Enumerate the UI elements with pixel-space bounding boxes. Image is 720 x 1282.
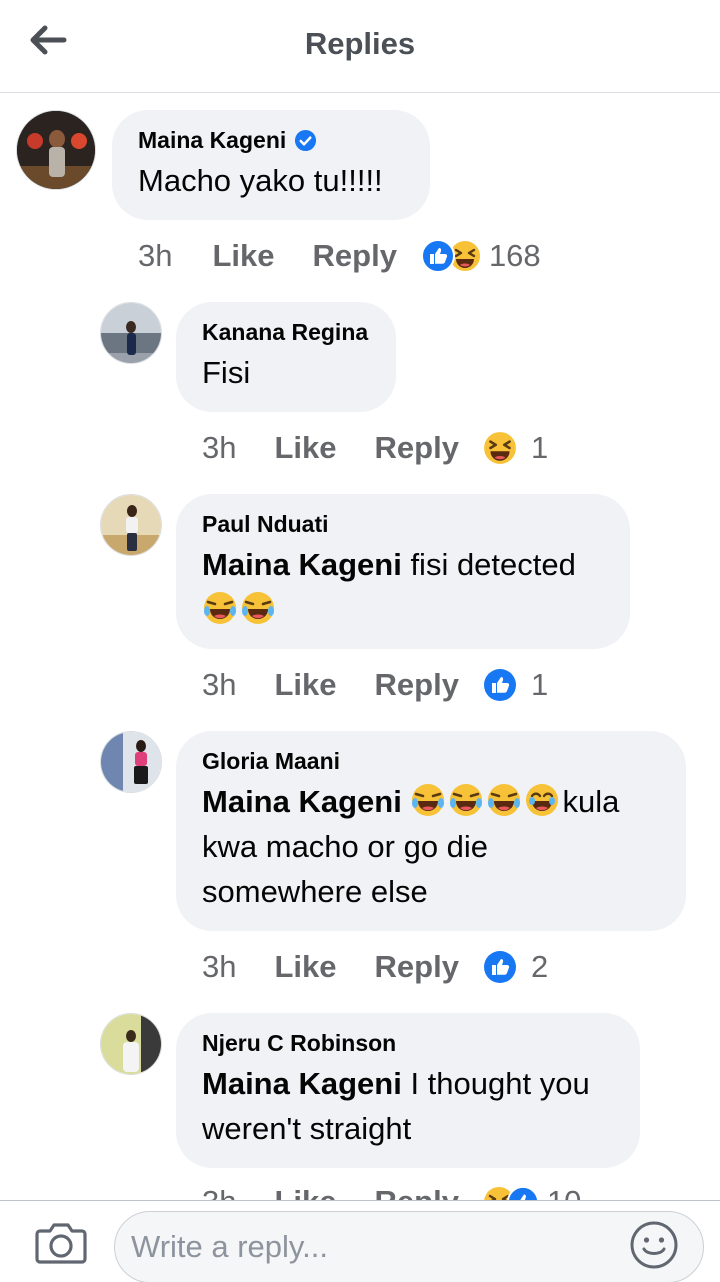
comment-time[interactable]: 3h [138, 238, 172, 274]
camera-icon [35, 1223, 87, 1264]
like-reaction-icon [507, 1186, 539, 1200]
emoji-button[interactable] [628, 1219, 680, 1271]
reactions-summary[interactable]: 168 [420, 238, 541, 274]
comment-author[interactable]: Gloria Maani [202, 747, 660, 775]
camera-button[interactable] [34, 1219, 88, 1269]
like-button[interactable]: Like [274, 1184, 336, 1200]
comment-text: Maina Kageni I thought you weren't strai… [202, 1066, 590, 1146]
rofl-emoji-icon [204, 592, 236, 624]
avatar-photo [101, 495, 161, 555]
avatar-photo [101, 1014, 161, 1074]
mention-link[interactable]: Maina Kageni [202, 1066, 402, 1101]
reply-button[interactable]: Reply [375, 1184, 459, 1200]
comment-bubble[interactable]: Paul Nduati Maina Kageni fisi detected [176, 494, 630, 649]
reaction-count: 10 [547, 1184, 581, 1200]
comment-bubble[interactable]: Gloria Maani Maina Kageni kula kwa macho… [176, 731, 686, 931]
like-button[interactable]: Like [274, 430, 336, 466]
verified-badge-icon [295, 129, 317, 151]
comment-author[interactable]: Maina Kageni [138, 126, 404, 154]
reaction-count: 2 [530, 949, 549, 984]
like-button[interactable]: Like [274, 667, 336, 703]
avatar[interactable] [100, 302, 162, 364]
comment-author[interactable]: Kanana Regina [202, 318, 370, 346]
rofl-emoji-icon [242, 592, 274, 624]
comment-time[interactable]: 3h [202, 430, 236, 466]
like-reaction-icon [483, 669, 516, 701]
rofl-emoji-icon [450, 784, 483, 816]
like-button[interactable]: Like [212, 238, 274, 274]
comment-actions: 3h Like Reply 168 [138, 236, 541, 276]
comment-text: Macho yako tu!!!!! [138, 163, 383, 198]
like-button[interactable]: Like [274, 949, 336, 985]
reply-button[interactable]: Reply [375, 430, 459, 466]
avatar-photo [101, 303, 161, 363]
avatar[interactable] [100, 1013, 162, 1075]
comment-bubble[interactable]: Njeru C Robinson Maina Kageni I thought … [176, 1013, 640, 1168]
comment-text: Fisi [202, 355, 251, 390]
comment-author[interactable]: Njeru C Robinson [202, 1029, 614, 1057]
like-reaction-icon [420, 239, 455, 273]
comment-text: Maina Kageni kula kwa macho or go die so… [202, 784, 620, 909]
reaction-count: 1 [530, 667, 549, 702]
reactions-summary[interactable]: 1 [483, 430, 548, 466]
comment-author[interactable]: Paul Nduati [202, 510, 604, 538]
reaction-count: 168 [488, 238, 541, 273]
page-title: Replies [304, 26, 416, 61]
reply-button[interactable]: Reply [375, 667, 459, 703]
reply-composer [0, 1200, 720, 1282]
comment-time[interactable]: 3h [202, 949, 236, 985]
top-bar: Replies [0, 0, 720, 93]
avatar[interactable] [16, 110, 96, 190]
avatar-photo [17, 111, 95, 189]
reply-input[interactable] [114, 1211, 704, 1282]
reactions-summary[interactable]: 10 [483, 1184, 581, 1200]
comment-actions: 3h Like Reply 10 [202, 1182, 581, 1200]
comment-bubble[interactable]: Maina Kageni Macho yako tu!!!!! [112, 110, 430, 220]
comment-actions: 3h Like Reply 1 [202, 428, 548, 468]
like-reaction-icon [483, 951, 516, 983]
comment-time[interactable]: 3h [202, 667, 236, 703]
avatar[interactable] [100, 494, 162, 556]
mention-link[interactable]: Maina Kageni [202, 547, 402, 582]
reactions-summary[interactable]: 1 [483, 667, 548, 703]
smiley-icon [630, 1221, 678, 1269]
reply-button[interactable]: Reply [313, 238, 397, 274]
joy-emoji-icon [526, 784, 559, 816]
avatar[interactable] [100, 731, 162, 793]
comment-text: Maina Kageni fisi detected [202, 542, 604, 632]
comment-time[interactable]: 3h [202, 1184, 236, 1200]
avatar-photo [101, 732, 161, 792]
reactions-summary[interactable]: 2 [483, 949, 548, 985]
comment-actions: 3h Like Reply 2 [202, 947, 548, 987]
reply-button[interactable]: Reply [375, 949, 459, 985]
rofl-emoji-icon [488, 784, 521, 816]
mention-link[interactable]: Maina Kageni [202, 784, 402, 819]
comment-bubble[interactable]: Kanana Regina Fisi [176, 302, 396, 412]
reaction-count: 1 [530, 430, 549, 465]
comment-actions: 3h Like Reply 1 [202, 665, 548, 705]
laughing-reaction-icon [484, 432, 516, 464]
replies-thread[interactable]: Maina Kageni Macho yako tu!!!!! 3h Like … [0, 94, 720, 1200]
rofl-emoji-icon [412, 784, 445, 816]
